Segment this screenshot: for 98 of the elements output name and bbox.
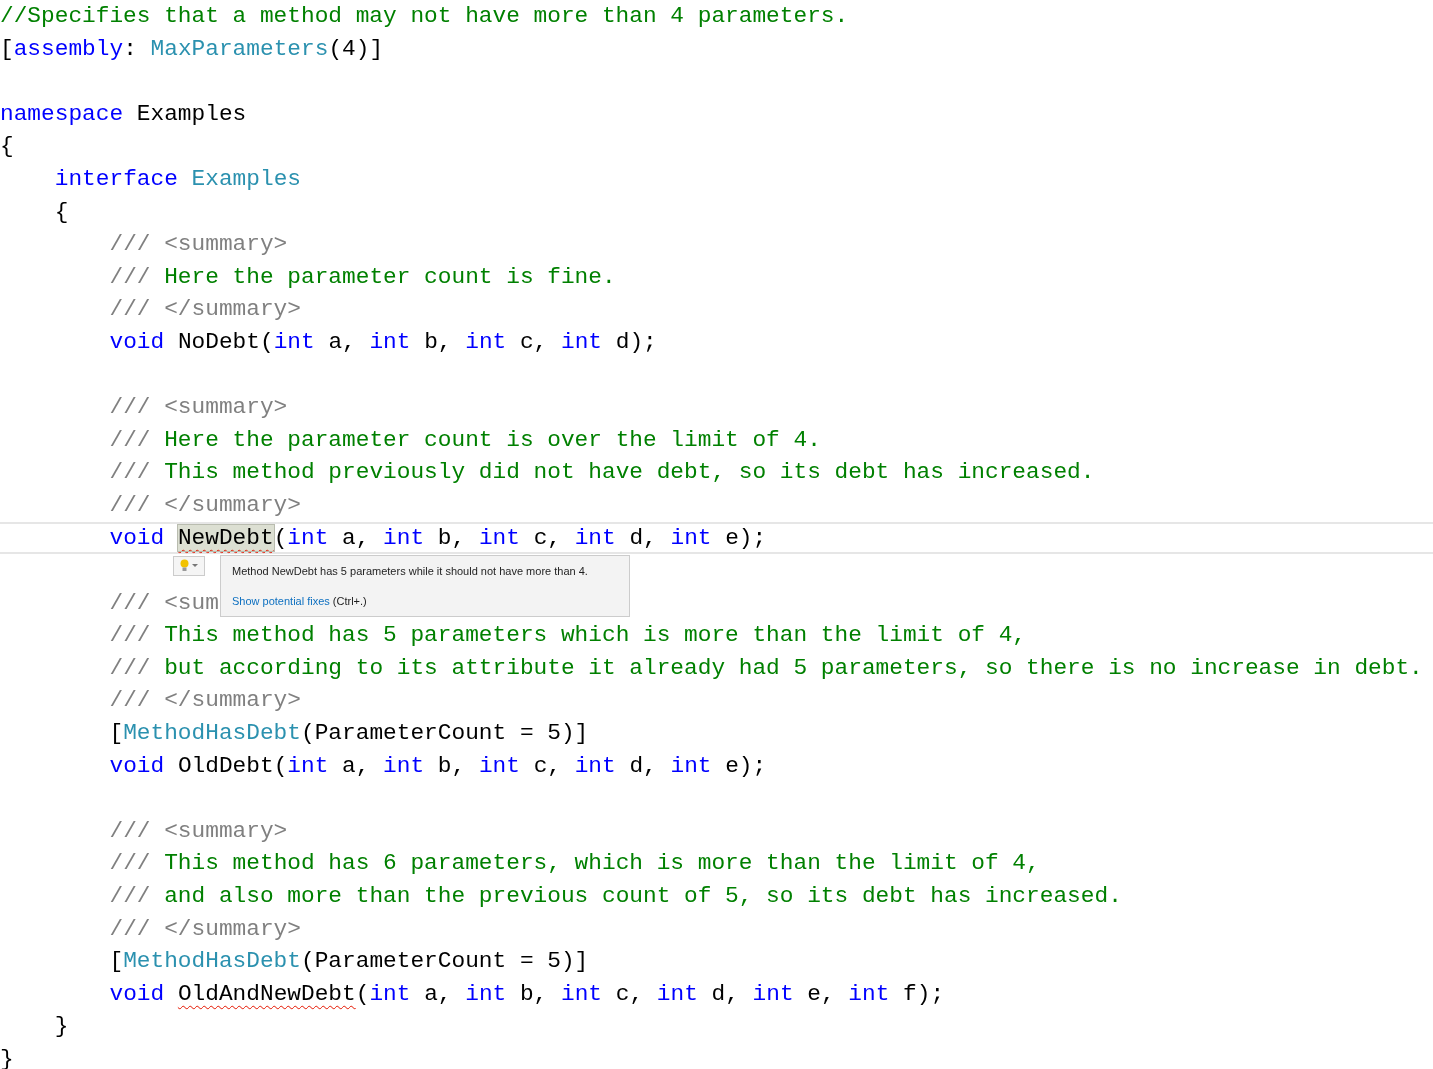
doc-comment: /// bbox=[109, 263, 151, 290]
code-text: NewDebt bbox=[177, 524, 274, 551]
comment: This method has 6 parameters, which is more than the limit of 4, bbox=[164, 850, 1040, 877]
type-name: MethodHasDebt bbox=[123, 948, 301, 975]
keyword: int bbox=[465, 328, 507, 355]
code-text: } bbox=[0, 1046, 14, 1069]
code-text: ( bbox=[273, 524, 288, 551]
keyword: int bbox=[383, 752, 425, 779]
keyword: int bbox=[752, 980, 794, 1007]
doc-comment: /// <summary> bbox=[109, 817, 288, 844]
code-text: { bbox=[0, 133, 14, 160]
comment: //Specifies that a method may not have more than 4 parameters. bbox=[0, 3, 849, 29]
keyword: int bbox=[287, 752, 329, 779]
keyword: int bbox=[369, 980, 411, 1007]
keyword: int bbox=[670, 524, 712, 551]
code-text: a, bbox=[342, 752, 371, 779]
keyword: int bbox=[670, 752, 712, 779]
code-text: d, bbox=[629, 752, 658, 779]
doc-comment: /// bbox=[109, 459, 151, 486]
doc-comment: /// bbox=[109, 883, 151, 910]
keyword: assembly bbox=[13, 35, 124, 62]
keyword: int bbox=[465, 980, 507, 1007]
code-text: f); bbox=[903, 980, 945, 1007]
code-text: [ bbox=[109, 720, 124, 747]
doc-comment: /// <summary> bbox=[109, 394, 288, 421]
keyword: int bbox=[478, 752, 520, 779]
keyword: int bbox=[369, 328, 411, 355]
keyword: void bbox=[109, 328, 165, 355]
doc-comment: /// bbox=[109, 426, 151, 453]
code-text: a, bbox=[342, 524, 371, 551]
doc-comment: /// </summary> bbox=[109, 296, 301, 323]
keyword: void bbox=[109, 752, 165, 779]
keyword: int bbox=[656, 980, 698, 1007]
code-text: d, bbox=[711, 980, 740, 1007]
code-text: b, bbox=[437, 524, 467, 551]
type-name: MethodHasDebt bbox=[123, 720, 301, 747]
code-text: (4)] bbox=[328, 35, 384, 62]
comment: This method has 5 parameters which is more than the limit of 4, bbox=[164, 622, 1027, 649]
code-text: e); bbox=[725, 524, 767, 551]
code-text: c, bbox=[533, 524, 562, 551]
code-text: a, bbox=[424, 980, 453, 1007]
code-text: (ParameterCount = 5)] bbox=[301, 720, 589, 747]
keyword: int bbox=[574, 752, 616, 779]
keyword: int bbox=[574, 524, 616, 551]
comment: This method previously did not have debt, so its debt has increased. bbox=[164, 459, 1095, 486]
keyword: void bbox=[109, 980, 165, 1007]
keyword: int bbox=[561, 328, 603, 355]
code-text: c, bbox=[533, 752, 562, 779]
code-text: c, bbox=[519, 328, 549, 355]
code-text: [ bbox=[109, 948, 124, 975]
code-text: b, bbox=[437, 752, 467, 779]
keyword: int bbox=[848, 980, 890, 1007]
code-text: b, bbox=[519, 980, 549, 1007]
type-name: Examples bbox=[191, 165, 301, 192]
keyword: int bbox=[383, 524, 425, 551]
code-text: OldAndNewDebt bbox=[177, 980, 356, 1007]
doc-comment: /// </summary> bbox=[109, 915, 301, 942]
comment: Here the parameter count is over the limit of 4. bbox=[164, 426, 821, 453]
code-text: { bbox=[54, 198, 69, 225]
code-text: [ bbox=[0, 35, 14, 62]
code-text: OldDebt( bbox=[177, 752, 288, 779]
code-text: Examples bbox=[136, 100, 247, 127]
shortcut-hint: (Ctrl+.) bbox=[332, 593, 367, 608]
doc-comment: /// bbox=[109, 850, 151, 877]
code-text: : bbox=[123, 35, 138, 62]
doc-comment: /// </summary> bbox=[109, 491, 301, 518]
code-text: b, bbox=[424, 328, 453, 355]
code-text: NoDebt( bbox=[177, 328, 274, 355]
doc-comment: /// bbox=[109, 622, 151, 649]
code-text: d, bbox=[629, 524, 658, 551]
lightbulb-button[interactable] bbox=[173, 555, 205, 576]
doc-comment: /// <sum bbox=[109, 589, 219, 616]
doc-comment: /// <summary> bbox=[109, 231, 288, 258]
type-name: MaxParameters bbox=[150, 35, 329, 62]
doc-comment: /// bbox=[109, 654, 151, 681]
doc-comment: /// </summary> bbox=[109, 687, 301, 714]
comment: but according to its attribute it already had 5 parameters, so there is no increase in debt. bbox=[164, 654, 1423, 681]
code-text: c, bbox=[615, 980, 645, 1007]
code-text: d); bbox=[615, 328, 657, 355]
keyword: namespace bbox=[0, 100, 124, 127]
code-text: a, bbox=[328, 328, 357, 355]
code-text: } bbox=[54, 1013, 69, 1040]
code-text: e); bbox=[725, 752, 767, 779]
lightbulb-icon bbox=[180, 559, 189, 572]
keyword: int bbox=[561, 980, 603, 1007]
keyword: int bbox=[273, 328, 315, 355]
comment: Here the parameter count is fine. bbox=[164, 263, 616, 290]
code-text: ( bbox=[355, 980, 370, 1007]
comment: and also more than the previous count of 5, so its debt has increased. bbox=[164, 883, 1122, 910]
caret-icon bbox=[192, 563, 198, 568]
keyword: void bbox=[109, 524, 165, 551]
code-text: (ParameterCount = 5)] bbox=[301, 948, 589, 975]
keyword: int bbox=[478, 524, 520, 551]
keyword: interface bbox=[54, 165, 178, 192]
show-fixes-link[interactable]: Show potential fixes bbox=[232, 593, 330, 608]
tooltip-message: Method NewDebt has 5 parameters while it should not have more than 4. bbox=[232, 563, 589, 578]
code-text: e, bbox=[807, 980, 836, 1007]
keyword: int bbox=[287, 524, 329, 551]
